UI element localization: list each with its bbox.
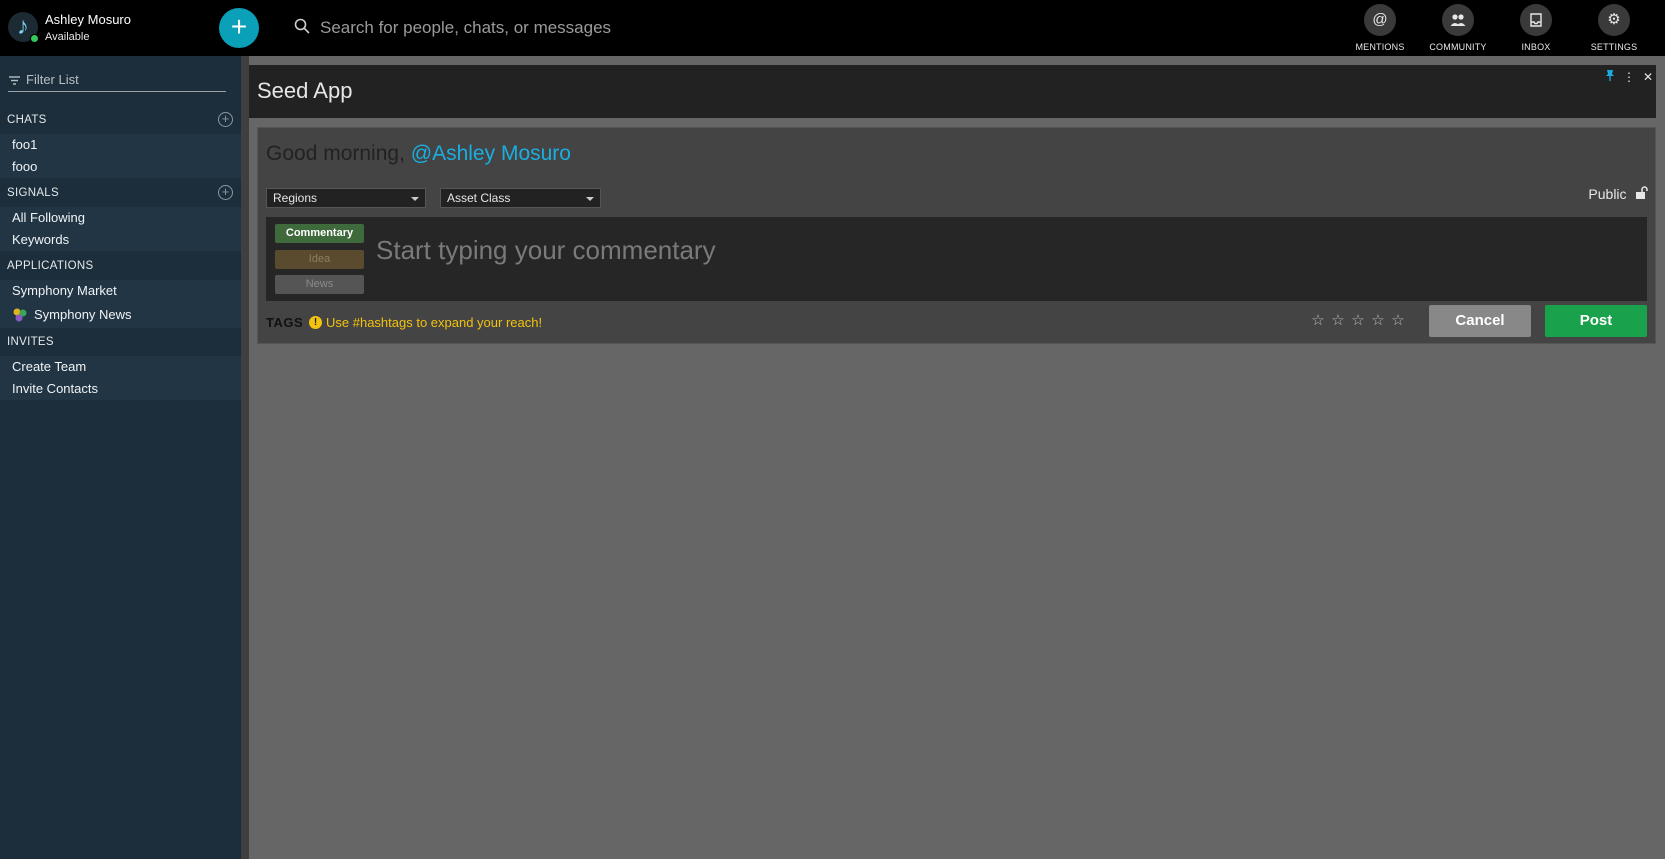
top-bar: ♪ Ashley Mosuro Available + @ MENTIONS C… xyxy=(0,0,1665,56)
nav-settings[interactable]: ⚙ SETTINGS xyxy=(1578,4,1650,54)
sidebar-item-signal[interactable]: All Following xyxy=(0,207,241,229)
unlock-icon xyxy=(1636,186,1648,199)
nav-community[interactable]: COMMUNITY xyxy=(1422,4,1494,54)
star-rating: ☆ ☆ ☆ ☆ ☆ xyxy=(1308,311,1408,330)
section-applications: APPLICATIONS xyxy=(0,253,241,279)
sidebar-item-label: Symphony Market xyxy=(12,283,117,298)
star-icon[interactable]: ☆ xyxy=(1368,311,1388,329)
search-input[interactable] xyxy=(320,14,880,42)
new-chat-button[interactable]: + xyxy=(219,8,259,48)
nav-community-label: COMMUNITY xyxy=(1429,42,1487,52)
nav-inbox-label: INBOX xyxy=(1521,42,1551,52)
asset-class-dropdown-label: Asset Class xyxy=(447,191,511,205)
sidebar-item-chat[interactable]: fooo xyxy=(0,156,241,178)
add-signal-icon[interactable]: + xyxy=(218,185,233,200)
star-icon[interactable]: ☆ xyxy=(1348,311,1368,329)
tags-row: TAGS ! Use #hashtags to expand your reac… xyxy=(266,314,542,334)
sidebar-divider xyxy=(241,56,249,859)
filter-icon xyxy=(9,76,20,85)
regions-dropdown[interactable]: Regions xyxy=(266,188,426,208)
close-icon[interactable]: ✕ xyxy=(1640,69,1656,85)
post-type-news[interactable]: News xyxy=(275,275,364,294)
sidebar-item-app[interactable]: Symphony Market xyxy=(0,280,241,302)
user-name: Ashley Mosuro xyxy=(45,12,131,27)
presence-indicator xyxy=(30,34,39,43)
nav-settings-label: SETTINGS xyxy=(1590,42,1638,52)
page-title: Seed App xyxy=(257,78,353,103)
filter-list-label: Filter List xyxy=(26,72,79,87)
sidebar-item-chat[interactable]: foo1 xyxy=(0,134,241,156)
filter-list[interactable]: Filter List xyxy=(8,72,226,92)
cancel-button[interactable]: Cancel xyxy=(1429,305,1531,337)
greeting: Good morning, @Ashley Mosuro xyxy=(266,142,571,166)
add-chat-icon[interactable]: + xyxy=(218,112,233,127)
chevron-down-icon xyxy=(411,197,419,201)
sidebar-item-label: foo1 xyxy=(12,137,38,152)
pin-icon[interactable] xyxy=(1602,69,1618,85)
tags-label: TAGS xyxy=(266,315,304,330)
warning-icon: ! xyxy=(309,316,322,329)
section-signals-title: SIGNALS xyxy=(7,187,59,199)
symphony-news-icon xyxy=(13,308,27,322)
sidebar-item-label: fooo xyxy=(12,159,38,174)
sidebar-item-invite[interactable]: Invite Contacts xyxy=(0,378,241,400)
sidebar: Filter List CHATS + foo1 fooo SIGNALS + … xyxy=(0,56,241,859)
user-status: Available xyxy=(45,31,90,43)
nav-inbox[interactable]: INBOX xyxy=(1500,4,1572,54)
inbox-icon xyxy=(1520,4,1552,36)
sidebar-item-label: Symphony News xyxy=(34,307,132,322)
asset-class-dropdown[interactable]: Asset Class xyxy=(440,188,601,208)
visibility-toggle[interactable]: Public xyxy=(1588,186,1649,206)
gear-icon: ⚙ xyxy=(1598,4,1630,36)
section-applications-title: APPLICATIONS xyxy=(7,260,94,272)
commentary-input[interactable] xyxy=(376,235,1616,275)
post-composer: Good morning, @Ashley Mosuro Regions Ass… xyxy=(257,127,1656,344)
user-mention[interactable]: @Ashley Mosuro xyxy=(411,142,571,165)
people-icon xyxy=(1442,4,1474,36)
section-invites-title: INVITES xyxy=(7,336,54,348)
nav-mentions-label: MENTIONS xyxy=(1355,42,1405,52)
post-editor: Commentary Idea News xyxy=(266,217,1647,301)
hashtag-hint: Use #hashtags to expand your reach! xyxy=(326,315,543,330)
app-panel-header: Seed App ⋮ ✕ xyxy=(249,65,1656,118)
star-icon[interactable]: ☆ xyxy=(1388,311,1408,329)
sidebar-item-signal[interactable]: Keywords xyxy=(0,229,241,251)
visibility-label: Public xyxy=(1588,186,1627,202)
nav-mentions[interactable]: @ MENTIONS xyxy=(1344,4,1416,54)
sidebar-item-label: Keywords xyxy=(12,232,70,247)
at-sign-icon: @ xyxy=(1364,4,1396,36)
section-invites: INVITES xyxy=(0,329,241,355)
sidebar-item-label: Invite Contacts xyxy=(12,381,98,396)
star-icon[interactable]: ☆ xyxy=(1308,311,1328,329)
post-button[interactable]: Post xyxy=(1545,305,1647,337)
search-bar[interactable] xyxy=(292,14,892,42)
post-type-idea[interactable]: Idea xyxy=(275,250,364,269)
more-options-icon[interactable]: ⋮ xyxy=(1621,69,1637,85)
regions-dropdown-label: Regions xyxy=(273,191,318,205)
sidebar-item-invite[interactable]: Create Team xyxy=(0,356,241,378)
chevron-down-icon xyxy=(586,197,594,201)
greeting-text: Good morning, xyxy=(266,142,405,165)
section-chats-title: CHATS xyxy=(7,114,47,126)
section-signals: SIGNALS + xyxy=(0,180,241,206)
sidebar-item-app[interactable]: Symphony News xyxy=(0,302,241,328)
star-icon[interactable]: ☆ xyxy=(1328,311,1348,329)
search-icon xyxy=(294,18,310,34)
sidebar-item-label: Create Team xyxy=(12,359,87,374)
user-profile[interactable]: ♪ Ashley Mosuro Available xyxy=(8,10,208,46)
section-chats: CHATS + xyxy=(0,107,241,133)
sidebar-item-label: All Following xyxy=(12,210,85,225)
post-type-commentary[interactable]: Commentary xyxy=(275,224,364,243)
